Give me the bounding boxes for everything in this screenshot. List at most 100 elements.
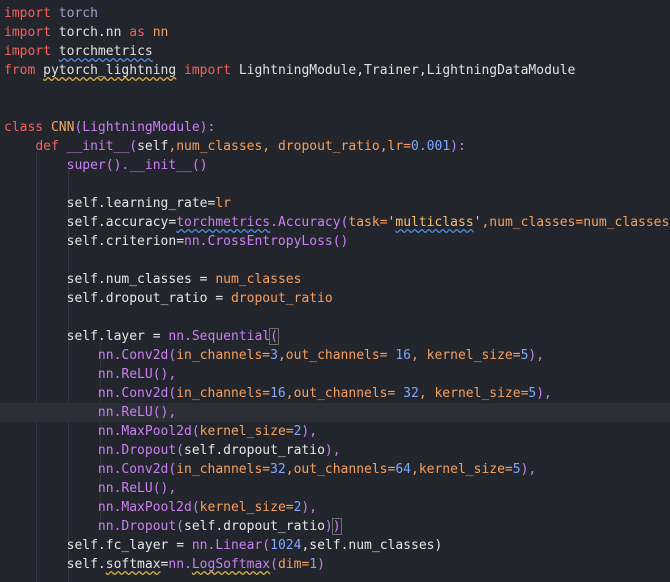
- code-token: =: [152, 329, 169, 344]
- code-token: ),: [520, 462, 537, 477]
- code-token: ,self.num_classes): [301, 538, 443, 553]
- code-token: ): [317, 557, 325, 572]
- code-token: ),: [301, 500, 318, 515]
- code-token: self.fc_layer: [4, 538, 177, 553]
- code-line[interactable]: [0, 80, 670, 99]
- code-token: task=: [348, 215, 388, 230]
- code-token: 16: [395, 348, 411, 363]
- code-line[interactable]: nn.ReLU(),: [0, 403, 670, 422]
- code-token: (: [270, 557, 278, 572]
- code-token: multiclass: [395, 215, 474, 230]
- code-token: nn.Conv2d(: [4, 386, 177, 401]
- code-line[interactable]: self.criterion=nn.CrossEntropyLoss(): [0, 232, 670, 251]
- code-line[interactable]: self.softmax=nn.LogSoftmax(dim=1): [0, 555, 670, 574]
- code-token: pytorch_lightning: [43, 63, 177, 78]
- code-token: ,out_channels=: [277, 348, 396, 363]
- code-token: in_channels=: [176, 386, 271, 401]
- code-token: ,kernel_size=: [411, 462, 513, 477]
- code-line[interactable]: [0, 175, 670, 194]
- code-token: torchmetrics: [58, 44, 153, 59]
- code-token: import: [184, 63, 231, 78]
- code-token: self.accuracy: [4, 215, 169, 230]
- code-line[interactable]: from pytorch_lightning import LightningM…: [0, 61, 670, 80]
- code-token: nn.Conv2d(: [4, 462, 177, 477]
- code-line[interactable]: [0, 99, 670, 118]
- code-token: (): [191, 158, 208, 173]
- code-token: 64: [395, 462, 411, 477]
- code-line[interactable]: [0, 308, 670, 327]
- code-token: nn.MaxPool2d(: [4, 424, 200, 439]
- code-line[interactable]: import torch.nn as nn: [0, 23, 670, 42]
- code-token: kernel_size=: [199, 424, 294, 439]
- code-line[interactable]: self.fc_layer = nn.Linear(1024,self.num_…: [0, 536, 670, 555]
- code-token: torch: [50, 6, 98, 21]
- code-line[interactable]: nn.ReLU(),: [0, 479, 670, 498]
- code-line[interactable]: self.learning_rate=lr: [0, 194, 670, 213]
- code-line[interactable]: self.dropout_ratio = dropout_ratio: [0, 289, 670, 308]
- code-token: nn.ReLU(),: [4, 367, 177, 382]
- code-token: import: [4, 25, 51, 40]
- code-token: self.: [4, 557, 106, 572]
- code-line[interactable]: def __init__(self,num_classes, dropout_r…: [0, 137, 670, 156]
- code-line[interactable]: self.layer = nn.Sequential(: [0, 327, 670, 346]
- code-line[interactable]: import torch: [0, 4, 670, 23]
- code-token: 32: [403, 386, 419, 401]
- code-token: CNN: [43, 120, 75, 135]
- code-token: torchmetrics: [176, 215, 271, 230]
- code-token: super: [66, 158, 106, 173]
- code-editor[interactable]: import torch import torch.nn as nn import …: [0, 0, 670, 582]
- code-line[interactable]: self.accuracy=torchmetrics.Accuracy(task…: [0, 213, 670, 232]
- code-line[interactable]: nn.MaxPool2d(kernel_size=2),: [0, 498, 670, 517]
- code-token: ): [331, 518, 342, 535]
- code-token: kernel_size=: [199, 500, 294, 515]
- code-token: torch.nn: [50, 25, 130, 40]
- code-token: nn: [144, 25, 169, 40]
- code-token: 16: [270, 386, 286, 401]
- code-line[interactable]: nn.ReLU(),: [0, 365, 670, 384]
- code-token: (: [269, 328, 279, 345]
- code-token: nn.ReLU(),: [4, 481, 177, 496]
- code-token: nn.ReLU(),: [4, 405, 177, 420]
- code-token: ,out_channels=: [285, 386, 404, 401]
- code-token: __init__: [129, 158, 192, 173]
- code-line[interactable]: import torchmetrics: [0, 42, 670, 61]
- code-token: self.criterion: [4, 234, 177, 249]
- code-token: self.learning_rate: [4, 196, 208, 211]
- code-line[interactable]: nn.Dropout(self.dropout_ratio),: [0, 441, 670, 460]
- code-token: class: [4, 120, 44, 135]
- code-token: ),: [301, 424, 318, 439]
- code-token: self.dropout_ratio: [4, 291, 216, 306]
- code-line[interactable]: class CNN(LightningModule):: [0, 118, 670, 137]
- code-token: nn.CrossEntropyLoss(): [184, 234, 349, 249]
- code-token: nn.Conv2d(: [4, 348, 177, 363]
- code-token: , kernel_size=: [418, 386, 529, 401]
- code-token: 1: [309, 557, 318, 572]
- code-token: =: [176, 538, 192, 553]
- code-token: from: [4, 63, 36, 78]
- code-line[interactable]: nn.MaxPool2d(kernel_size=2),: [0, 422, 670, 441]
- code-token: nn.Linear(: [191, 538, 271, 553]
- code-token: dim=: [277, 557, 310, 572]
- code-line[interactable]: [0, 251, 670, 270]
- code-line[interactable]: nn.Dropout(self.dropout_ratio)): [0, 517, 670, 536]
- code-line[interactable]: nn.Conv2d(in_channels=3,out_channels= 16…: [0, 346, 670, 365]
- code-token: nn.: [168, 557, 192, 572]
- code-token: 0.001: [411, 139, 451, 154]
- code-line[interactable]: nn.Conv2d(in_channels=16,out_channels= 3…: [0, 384, 670, 403]
- code-token: , kernel_size=: [411, 348, 521, 363]
- code-token: softmax: [105, 557, 161, 572]
- code-token: self.num_classes: [4, 272, 200, 287]
- code-line[interactable]: nn.Conv2d(in_channels=32,out_channels=64…: [0, 460, 670, 479]
- code-token: self.dropout_ratio: [184, 519, 325, 534]
- code-token: as: [129, 25, 145, 40]
- code-token: 3: [270, 348, 278, 363]
- code-token: self.layer: [4, 329, 153, 344]
- code-line[interactable]: super().__init__(): [0, 156, 670, 175]
- code-token: 1024: [270, 538, 302, 553]
- code-token: dropout_ratio: [230, 291, 333, 306]
- code-line[interactable]: self.num_classes = num_classes: [0, 270, 670, 289]
- code-token: =: [199, 272, 216, 287]
